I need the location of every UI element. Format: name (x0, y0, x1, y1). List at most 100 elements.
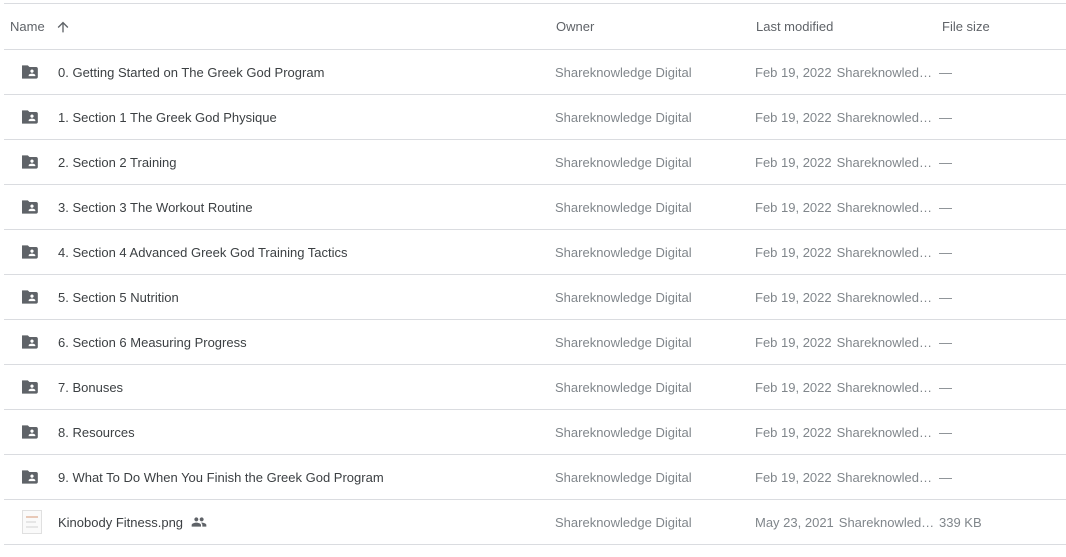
header-name-column[interactable]: Name (4, 19, 552, 35)
file-size: — (939, 379, 952, 395)
table-row[interactable]: 5. Section 5 Nutrition Shareknowledge Di… (4, 275, 1066, 320)
modified-date: Feb 19, 2022 (755, 109, 832, 125)
owner-name: Shareknowledge Digital (555, 289, 692, 305)
item-name[interactable]: 6. Section 6 Measuring Progress (58, 335, 247, 350)
table-row[interactable]: 3. Section 3 The Workout Routine Sharekn… (4, 185, 1066, 230)
owner-name: Shareknowledge Digital (555, 244, 692, 260)
header-owner-column[interactable]: Owner (552, 19, 752, 34)
row-name-cell[interactable]: 5. Section 5 Nutrition (4, 286, 552, 308)
modified-by: Shareknowledge … (836, 289, 937, 305)
row-last-modified-cell: Feb 19, 2022 Shareknowledge … (752, 245, 938, 260)
header-last-modified-label[interactable]: Last modified (756, 19, 833, 34)
item-name[interactable]: Kinobody Fitness.png (58, 515, 183, 530)
modified-date: Feb 19, 2022 (755, 199, 832, 215)
row-last-modified-cell: Feb 19, 2022 Shareknowledge … (752, 335, 938, 350)
row-name-cell[interactable]: 9. What To Do When You Finish the Greek … (4, 466, 552, 488)
file-size: 339 KB (939, 514, 982, 530)
row-owner-cell: Shareknowledge Digital (552, 335, 752, 350)
owner-name: Shareknowledge Digital (555, 469, 692, 485)
modified-date: Feb 19, 2022 (755, 469, 832, 485)
row-name-cell[interactable]: 4. Section 4 Advanced Greek God Training… (4, 241, 552, 263)
item-name[interactable]: 3. Section 3 The Workout Routine (58, 200, 253, 215)
row-owner-cell: Shareknowledge Digital (552, 380, 752, 395)
row-owner-cell: Shareknowledge Digital (552, 290, 752, 305)
item-name[interactable]: 7. Bonuses (58, 380, 123, 395)
row-name-cell[interactable]: Kinobody Fitness.png (4, 510, 552, 534)
shared-folder-icon (21, 61, 43, 83)
shared-folder-icon (21, 421, 43, 443)
owner-name: Shareknowledge Digital (555, 64, 692, 80)
row-owner-cell: Shareknowledge Digital (552, 110, 752, 125)
owner-name: Shareknowledge Digital (555, 199, 692, 215)
modified-by: Shareknowledge … (836, 154, 937, 170)
table-row[interactable]: 1. Section 1 The Greek God Physique Shar… (4, 95, 1066, 140)
row-name-cell[interactable]: 1. Section 1 The Greek God Physique (4, 106, 552, 128)
row-name-cell[interactable]: 8. Resources (4, 421, 552, 443)
row-owner-cell: Shareknowledge Digital (552, 245, 752, 260)
row-name-cell[interactable]: 6. Section 6 Measuring Progress (4, 331, 552, 353)
shared-folder-icon (21, 331, 43, 353)
table-row[interactable]: 9. What To Do When You Finish the Greek … (4, 455, 1066, 500)
table-row[interactable]: 8. Resources Shareknowledge Digital Feb … (4, 410, 1066, 455)
row-owner-cell: Shareknowledge Digital (552, 155, 752, 170)
row-name-cell[interactable]: 7. Bonuses (4, 376, 552, 398)
row-last-modified-cell: Feb 19, 2022 Shareknowledge … (752, 65, 938, 80)
row-last-modified-cell: Feb 19, 2022 Shareknowledge … (752, 380, 938, 395)
shared-folder-icon (21, 241, 43, 263)
owner-name: Shareknowledge Digital (555, 154, 692, 170)
item-name[interactable]: 5. Section 5 Nutrition (58, 290, 179, 305)
arrow-up-icon[interactable] (55, 19, 71, 35)
item-name[interactable]: 9. What To Do When You Finish the Greek … (58, 470, 384, 485)
row-name-cell[interactable]: 0. Getting Started on The Greek God Prog… (4, 61, 552, 83)
row-name-cell[interactable]: 3. Section 3 The Workout Routine (4, 196, 552, 218)
row-file-size-cell: — (938, 335, 1066, 350)
file-size: — (939, 64, 952, 80)
owner-name: Shareknowledge Digital (555, 109, 692, 125)
modified-by: Shareknowledge … (836, 244, 937, 260)
item-name[interactable]: 2. Section 2 Training (58, 155, 177, 170)
modified-by: Shareknowledge … (836, 469, 937, 485)
file-list-table: Name Owner Last modified File size 0. Ge… (4, 3, 1066, 545)
modified-date: Feb 19, 2022 (755, 154, 832, 170)
header-file-size-column[interactable]: File size (938, 19, 1066, 34)
item-name[interactable]: 0. Getting Started on The Greek God Prog… (58, 65, 324, 80)
row-file-size-cell: — (938, 245, 1066, 260)
owner-name: Shareknowledge Digital (555, 379, 692, 395)
row-owner-cell: Shareknowledge Digital (552, 200, 752, 215)
table-row[interactable]: 0. Getting Started on The Greek God Prog… (4, 50, 1066, 95)
modified-by: Shareknowledge … (836, 334, 937, 350)
owner-name: Shareknowledge Digital (555, 334, 692, 350)
modified-by: Shareknowledge … (836, 379, 937, 395)
modified-date: Feb 19, 2022 (755, 424, 832, 440)
modified-by: Shareknowledge … (836, 199, 937, 215)
item-name[interactable]: 1. Section 1 The Greek God Physique (58, 110, 277, 125)
row-file-size-cell: 339 KB (938, 515, 1066, 530)
modified-by: Shareknowledge… (838, 514, 938, 530)
row-file-size-cell: — (938, 470, 1066, 485)
header-last-modified-column[interactable]: Last modified (752, 19, 938, 34)
row-file-size-cell: — (938, 425, 1066, 440)
file-size: — (939, 334, 952, 350)
row-last-modified-cell: Feb 19, 2022 Shareknowledge … (752, 155, 938, 170)
modified-date: Feb 19, 2022 (755, 334, 832, 350)
item-name[interactable]: 4. Section 4 Advanced Greek God Training… (58, 245, 348, 260)
modified-date: Feb 19, 2022 (755, 244, 832, 260)
row-last-modified-cell: May 23, 2021 Shareknowledge… (752, 515, 938, 530)
row-file-size-cell: — (938, 200, 1066, 215)
modified-date: Feb 19, 2022 (755, 379, 832, 395)
shared-folder-icon (21, 106, 43, 128)
modified-by: Shareknowledge … (836, 64, 937, 80)
table-row[interactable]: 4. Section 4 Advanced Greek God Training… (4, 230, 1066, 275)
header-owner-label[interactable]: Owner (556, 19, 594, 34)
table-header: Name Owner Last modified File size (4, 4, 1066, 50)
table-row[interactable]: Kinobody Fitness.png Shareknowledge Digi… (4, 500, 1066, 545)
table-row[interactable]: 2. Section 2 Training Shareknowledge Dig… (4, 140, 1066, 185)
shared-folder-icon (21, 286, 43, 308)
row-name-cell[interactable]: 2. Section 2 Training (4, 151, 552, 173)
header-name-label[interactable]: Name (10, 19, 45, 34)
item-name[interactable]: 8. Resources (58, 425, 135, 440)
file-size: — (939, 154, 952, 170)
header-file-size-label[interactable]: File size (942, 19, 990, 34)
table-row[interactable]: 7. Bonuses Shareknowledge Digital Feb 19… (4, 365, 1066, 410)
table-row[interactable]: 6. Section 6 Measuring Progress Sharekno… (4, 320, 1066, 365)
